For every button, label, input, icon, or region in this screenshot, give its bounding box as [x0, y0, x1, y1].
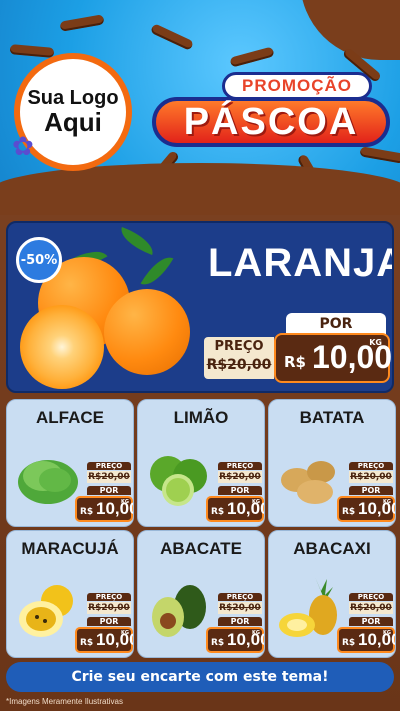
lettuce-icon — [13, 442, 83, 512]
unit: KG — [369, 338, 382, 347]
discount-badge: -50% — [16, 237, 62, 283]
new-price-label: POR — [349, 486, 393, 495]
old-price: R$20,00 — [206, 357, 272, 373]
sprinkle-icon — [59, 14, 105, 32]
featured-offer-card[interactable]: -50% LARANJA PREÇO R$20,00 POR R$ 10,00 … — [6, 221, 394, 393]
old-price-label: PREÇO — [87, 462, 131, 470]
new-price-box: R$10,00KG — [206, 496, 264, 522]
new-price-label: POR — [286, 313, 386, 335]
product-name: ALFACE — [36, 408, 104, 427]
logo-line-1: Sua Logo — [27, 86, 119, 109]
sprinkle-icon — [359, 146, 400, 164]
unit: KG — [383, 499, 391, 505]
sprinkle-icon — [229, 46, 275, 68]
product-card[interactable]: MARACUJÁ PREÇOR$20,00 PORR$10,00KG — [6, 530, 134, 658]
old-price-box: PREÇO R$20,00 — [204, 337, 274, 379]
hero-banner: Sua Logo Aqui ✿ PROMOÇÃO PÁSCOA — [0, 0, 400, 215]
old-price: R$20,00 — [218, 471, 262, 483]
old-price: R$20,00 — [349, 471, 393, 483]
old-price: R$20,00 — [87, 471, 131, 483]
old-price: R$20,00 — [87, 602, 131, 614]
old-price: R$20,00 — [218, 602, 262, 614]
currency: R$ — [342, 507, 356, 517]
pineapple-icon — [275, 573, 345, 643]
currency: R$ — [80, 638, 94, 648]
new-price-box: R$10,00KG — [337, 496, 395, 522]
product-card[interactable]: ABACATE PREÇOR$20,00 PORR$10,00KG — [137, 530, 265, 658]
old-price-label: PREÇO — [87, 593, 131, 601]
new-price-label: POR — [218, 486, 262, 495]
unit: KG — [252, 499, 260, 505]
potato-icon — [275, 442, 345, 512]
cta-banner[interactable]: Crie seu encarte com este tema! — [6, 662, 394, 692]
old-price-label: PREÇO — [218, 462, 262, 470]
product-name: ABACATE — [160, 539, 242, 558]
product-name: BATATA — [299, 408, 365, 427]
currency: R$ — [284, 353, 306, 371]
sprinkle-icon — [149, 23, 195, 51]
new-price-box: R$10,00KG — [75, 496, 133, 522]
currency: R$ — [211, 638, 225, 648]
unit: KG — [252, 630, 260, 636]
new-price-label: POR — [87, 617, 131, 626]
product-name: LIMÃO — [173, 408, 229, 427]
avocado-icon — [144, 573, 214, 643]
product-card[interactable]: BATATA PREÇOR$20,00 PORR$10,00KG — [268, 399, 396, 527]
old-price-label: PREÇO — [218, 593, 262, 601]
unit: KG — [121, 499, 129, 505]
old-price: R$20,00 — [349, 602, 393, 614]
disclaimer: *Imagens Meramente Ilustrativas — [6, 697, 123, 706]
new-price-label: POR — [218, 617, 262, 626]
currency: R$ — [211, 507, 225, 517]
product-name: ABACAXI — [293, 539, 371, 558]
currency: R$ — [80, 507, 94, 517]
old-price-label: PREÇO — [214, 339, 264, 354]
product-card[interactable]: LIMÃO PREÇOR$20,00 PORR$10,00KG — [137, 399, 265, 527]
unit: KG — [121, 630, 129, 636]
passion-fruit-icon — [13, 573, 83, 643]
currency: R$ — [342, 638, 356, 648]
sprinkle-icon — [9, 44, 55, 58]
new-price-label: POR — [87, 486, 131, 495]
flyer-page: Sua Logo Aqui ✿ PROMOÇÃO PÁSCOA -50% LAR… — [0, 0, 400, 711]
unit: KG — [383, 630, 391, 636]
promo-label: PROMOÇÃO — [222, 72, 372, 100]
product-card[interactable]: ALFACE PREÇOR$20,00 PORR$10,00KG — [6, 399, 134, 527]
lime-icon — [144, 442, 214, 512]
product-name: MARACUJÁ — [21, 539, 119, 558]
new-price-box: R$10,00KG — [75, 627, 133, 653]
old-price-label: PREÇO — [349, 593, 393, 601]
product-card[interactable]: ABACAXI PREÇOR$20,00 PORR$10,00KG — [268, 530, 396, 658]
chocolate-wave — [0, 163, 400, 215]
old-price-label: PREÇO — [349, 462, 393, 470]
new-price-box: R$10,00KG — [206, 627, 264, 653]
promo-title: PÁSCOA — [152, 97, 390, 147]
flower-icon: ✿ — [12, 132, 34, 162]
featured-product-name: LARANJA — [208, 241, 394, 285]
new-price-box: R$ 10,00 KG — [274, 333, 392, 383]
new-price-label: POR — [349, 617, 393, 626]
new-price-box: R$10,00KG — [337, 627, 395, 653]
logo-line-2: Aqui — [44, 106, 102, 137]
